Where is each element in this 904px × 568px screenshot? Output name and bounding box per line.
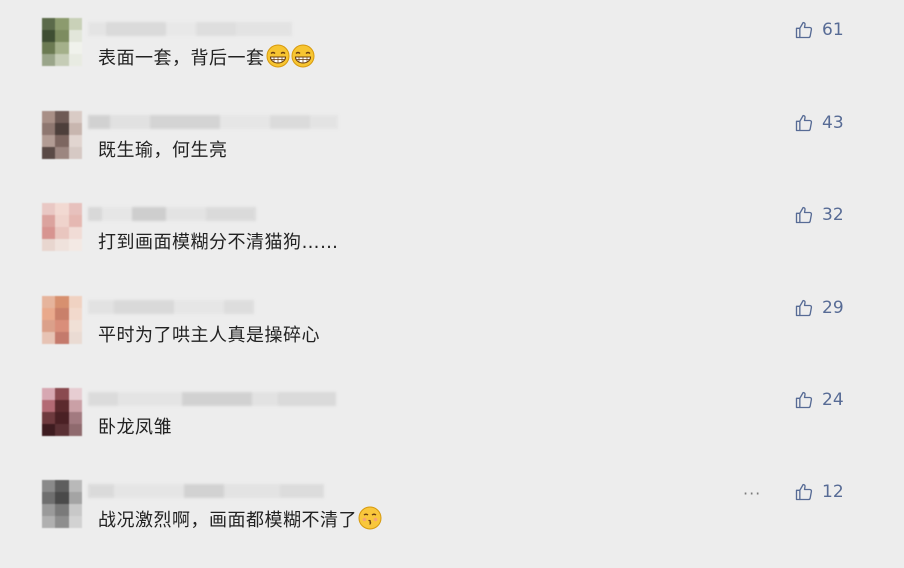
comment-text-content: 卧龙凤雏 [98,417,172,438]
comment-text: 卧龙凤雏 [98,414,172,442]
comment-text: 平时为了哄主人真是操碎心 [98,322,320,350]
comment-text: 既生瑜，何生亮 [98,137,228,165]
nickname-blurred[interactable] [88,300,254,314]
avatar[interactable] [42,296,82,344]
avatar[interactable] [42,480,82,528]
like-count: 24 [822,390,844,410]
nickname-blurred[interactable] [88,392,336,406]
like-count: 32 [822,205,844,225]
nickname-blurred[interactable] [88,22,292,36]
grin-emoji [291,44,315,68]
thumbs-up-icon[interactable] [794,113,814,133]
nickname-blurred[interactable] [88,207,256,221]
grin-emoji [266,44,290,68]
comment-text-content: 平时为了哄主人真是操碎心 [98,325,320,346]
avatar[interactable] [42,203,82,251]
more-options-button[interactable]: ··· [743,484,761,503]
kiss-emoji [358,506,382,530]
avatar[interactable] [42,18,82,66]
like-button[interactable]: 43 [794,113,844,133]
comment-item: 平时为了哄主人真是操碎心 29 [0,296,904,388]
avatar[interactable] [42,388,82,436]
comment-item: 战况激烈啊，画面都模糊不清了 ··· 12 [0,480,904,568]
avatar[interactable] [42,111,82,159]
like-button[interactable]: 29 [794,298,844,318]
nickname-blurred[interactable] [88,115,338,129]
comment-text: 打到画面模糊分不清猫狗…… [98,229,339,257]
comment-text-content: 战况激烈啊，画面都模糊不清了 [98,510,357,531]
like-button[interactable]: 61 [794,20,844,40]
comment-text: 表面一套，背后一套 [98,44,315,73]
comment-text-content: 既生瑜，何生亮 [98,140,228,161]
like-button[interactable]: 12 [794,482,844,502]
thumbs-up-icon[interactable] [794,205,814,225]
thumbs-up-icon[interactable] [794,482,814,502]
comment-item: 打到画面模糊分不清猫狗…… 32 [0,203,904,295]
like-count: 43 [822,113,844,133]
like-button[interactable]: 24 [794,390,844,410]
thumbs-up-icon[interactable] [794,20,814,40]
comment-text: 战况激烈啊，画面都模糊不清了 [98,506,382,535]
like-button[interactable]: 32 [794,205,844,225]
comment-text-content: 打到画面模糊分不清猫狗…… [98,232,339,253]
comment-item: 卧龙凤雏 24 [0,388,904,480]
like-count: 12 [822,482,844,502]
comment-item: 表面一套，背后一套 61 [0,18,904,110]
comment-text-content: 表面一套，背后一套 [98,48,265,69]
thumbs-up-icon[interactable] [794,390,814,410]
thumbs-up-icon[interactable] [794,298,814,318]
like-count: 61 [822,20,844,40]
comment-item: 既生瑜，何生亮 43 [0,111,904,203]
comment-list: 表面一套，背后一套 61 既生瑜，何生亮 43 打到画面模糊分不清猫狗…… 32 平时为了哄… [0,0,904,568]
nickname-blurred[interactable] [88,484,324,498]
like-count: 29 [822,298,844,318]
